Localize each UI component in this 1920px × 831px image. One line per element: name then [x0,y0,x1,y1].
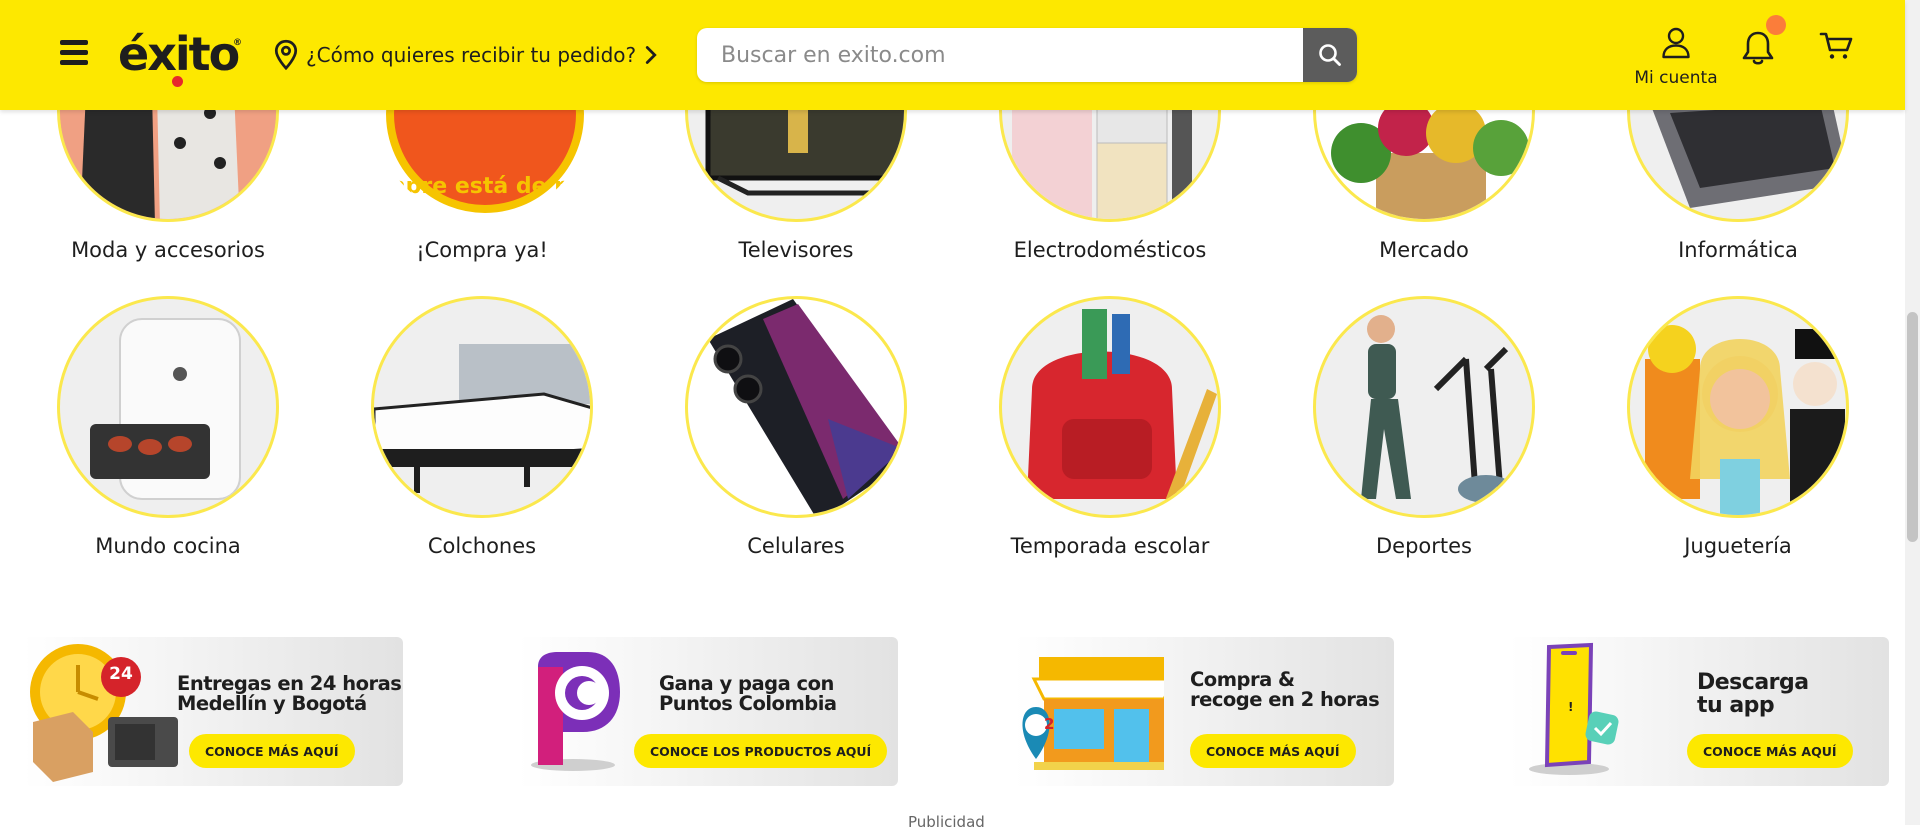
notification-dot [1766,15,1786,35]
search-input[interactable] [697,28,1302,82]
category-label: Informática [1678,238,1798,262]
promo-title: Gana y paga con Puntos Colombia [659,672,837,716]
category-label: Celulares [747,534,845,558]
backpack-image [999,296,1221,518]
page-scrollbar[interactable] [1905,0,1920,825]
category-colchones[interactable]: Colchones [362,296,602,558]
svg-text:!: ! [1568,700,1573,714]
location-pin-icon [274,39,298,71]
cart-icon[interactable] [1818,28,1854,64]
phone-image [685,296,907,518]
top-header: éxito ® ¿Cómo quieres recibir tu pedido?… [0,0,1905,110]
bed-image [371,296,593,518]
category-label: Colchones [427,534,537,558]
category-label: Temporada escolar [1010,534,1210,558]
exito-logo[interactable]: éxito ® [118,26,248,87]
category-label: ¡Compra ya! [416,238,548,262]
search-bar [697,28,1357,82]
elliptical-image [1313,296,1535,518]
account-button[interactable]: Mi cuenta [1630,26,1722,88]
clock-box-icon [30,644,178,782]
promo-compra-recoge[interactable]: 2 Compra & recoge en 2 horas CONOCE MÁS A… [1014,637,1394,786]
promo-title: Compra & recoge en 2 horas [1190,668,1380,712]
promo-title: Entregas en 24 horas Medellín y Bogotá [177,672,402,716]
category-label: Deportes [1376,534,1472,558]
delivery-location-selector[interactable]: ¿Cómo quieres recibir tu pedido? [272,38,658,72]
logo-dot [172,76,183,87]
store-icon [1022,657,1164,770]
conoce-mas-button[interactable]: CONOCE MÁS AQUÍ [189,734,355,768]
search-button[interactable] [1303,28,1357,82]
category-label: Mundo cocina [95,534,241,558]
search-icon [1319,44,1341,66]
category-celulares[interactable]: Celulares [676,296,916,558]
registered-mark: ® [233,38,242,48]
user-icon [1662,27,1690,59]
two-hours-badge: 2 [1044,715,1055,733]
category-mundo-cocina[interactable]: Mundo cocina [48,296,288,558]
scrollbar-thumb[interactable] [1907,312,1918,542]
category-label: Juguetería [1684,534,1792,558]
account-label: Mi cuenta [1634,68,1718,88]
conoce-productos-button[interactable]: CONOCE LOS PRODUCTOS AQUÍ [634,734,888,768]
phone-app-icon: ! [1529,642,1619,775]
badge-text: siempre está de moda [374,174,593,199]
category-label: Moda y accesorios [71,238,265,262]
promo-24h-delivery[interactable]: 24 Entregas en 24 horas Medellín y Bogotá… [23,637,403,786]
conoce-mas-button[interactable]: CONOCE MÁS AQUÍ [1687,734,1853,768]
promo-title: Descarga tu app [1697,670,1809,719]
puntos-colombia-logo [531,652,620,771]
logo-text: éxito [118,27,240,81]
promo-descarga-app[interactable]: ! Descarga tu app CONOCE MÁS AQUÍ [1509,637,1889,786]
category-deportes[interactable]: Deportes [1304,296,1544,558]
menu-icon[interactable] [60,40,90,70]
publicidad-label: Publicidad [908,813,985,831]
promo-puntos-colombia[interactable]: Gana y paga con Puntos Colombia CONOCE LO… [518,637,898,786]
category-label: Mercado [1379,238,1469,262]
air-fryer-image [57,296,279,518]
category-label: Electrodomésticos [1013,238,1207,262]
toys-image [1627,296,1849,518]
chevron-right-icon [646,46,657,64]
category-label: Televisores [738,238,854,262]
location-prompt: ¿Cómo quieres recibir tu pedido? [306,43,637,67]
24h-badge: 24 [101,657,141,697]
category-temporada-escolar[interactable]: Temporada escolar [990,296,1230,558]
conoce-mas-button[interactable]: CONOCE MÁS AQUÍ [1190,734,1356,768]
category-jugueteria[interactable]: Juguetería [1618,296,1858,558]
